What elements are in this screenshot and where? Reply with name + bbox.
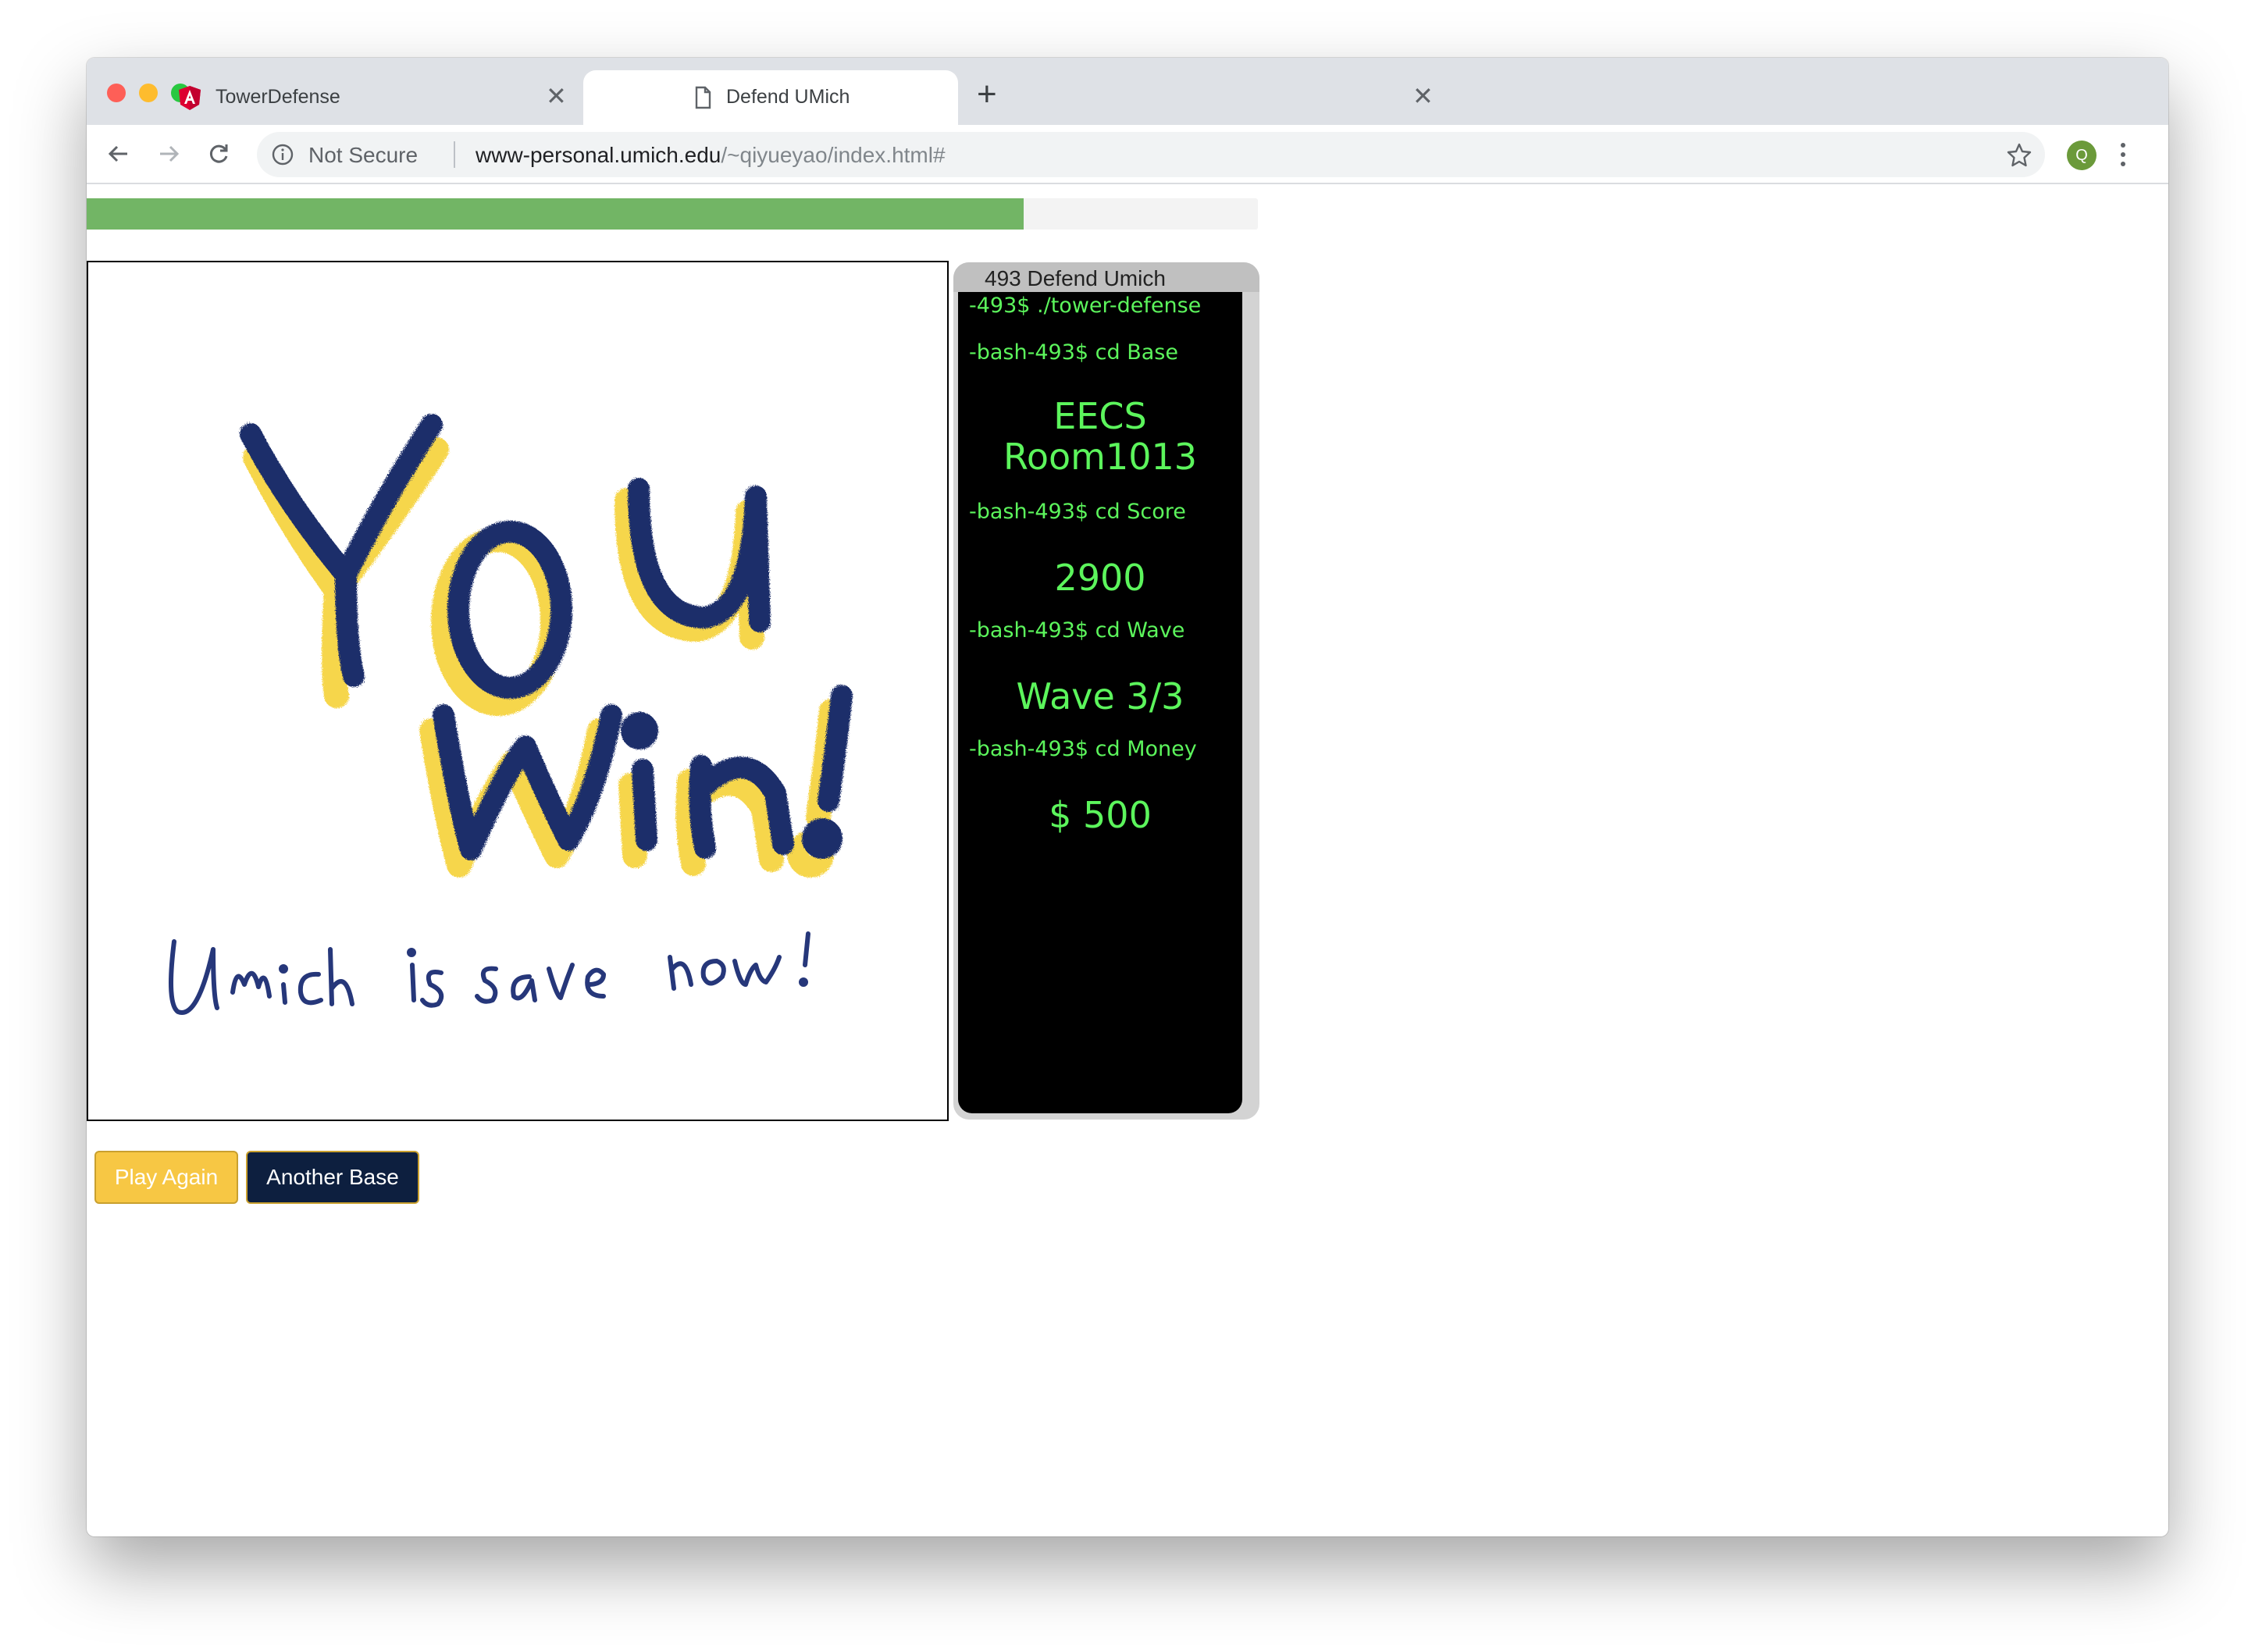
- forward-arrow-icon[interactable]: [155, 141, 182, 167]
- bookmark-star-icon[interactable]: [2006, 141, 2032, 168]
- close-icon[interactable]: ✕: [546, 81, 567, 111]
- close-icon[interactable]: ✕: [1412, 81, 1434, 111]
- base-value: EECS Room1013: [958, 396, 1242, 477]
- terminal-command: -bash-493$ cd Money: [969, 737, 1197, 761]
- wave-value: Wave 3/3: [1016, 675, 1184, 717]
- score-value: 2900: [1054, 557, 1146, 599]
- url-domain: www-personal.umich.edu: [476, 143, 721, 167]
- angular-icon: [179, 86, 201, 110]
- base-room: Room1013: [1003, 436, 1198, 478]
- terminal-command: -bash-493$ cd Wave: [969, 618, 1185, 643]
- new-tab-button[interactable]: +: [977, 75, 997, 114]
- tab-title: Defend UMich: [726, 86, 850, 108]
- game-canvas[interactable]: [87, 261, 949, 1121]
- tab-defend-umich[interactable]: Defend UMich ✕: [583, 70, 1434, 125]
- document-icon: [695, 86, 711, 109]
- terminal-panel: 493 Defend Umich -493$ ./tower-defense -…: [953, 262, 1259, 1120]
- another-base-button[interactable]: Another Base: [246, 1151, 419, 1204]
- play-again-button[interactable]: Play Again: [94, 1151, 238, 1204]
- more-menu-icon[interactable]: [2115, 141, 2131, 169]
- divider: [454, 141, 455, 168]
- browser-window: TowerDefense ✕ Defend UMich ✕ + Not Secu…: [87, 58, 2168, 1536]
- progress-fill: [87, 198, 1024, 230]
- reload-icon[interactable]: [205, 141, 232, 167]
- terminal-command: -bash-493$ cd Base: [969, 340, 1178, 365]
- progress-bar: [87, 198, 1258, 230]
- profile-avatar[interactable]: Q: [2067, 141, 2096, 170]
- you-win-image: [169, 414, 853, 1015]
- info-icon[interactable]: [271, 143, 294, 166]
- url-path: /~qiyueyao/index.html#: [721, 143, 946, 167]
- terminal-command: -493$ ./tower-defense: [969, 294, 1202, 318]
- money-value: $ 500: [1049, 794, 1152, 836]
- url-text[interactable]: www-personal.umich.edu/~qiyueyao/index.h…: [476, 143, 946, 168]
- tab-strip: TowerDefense ✕ Defend UMich ✕ +: [87, 58, 2168, 125]
- terminal-title: 493 Defend Umich: [953, 262, 1259, 292]
- base-building: EECS: [1053, 395, 1147, 437]
- security-label: Not Secure: [308, 143, 419, 167]
- address-bar[interactable]: Not Secure www-personal.umich.edu/~qiyue…: [257, 132, 2045, 177]
- terminal-command: -bash-493$ cd Score: [969, 500, 1186, 524]
- tab-title: TowerDefense: [216, 86, 340, 108]
- terminal-body: -493$ ./tower-defense -bash-493$ cd Base…: [958, 292, 1242, 1113]
- back-arrow-icon[interactable]: [105, 141, 132, 167]
- tab-towerdefense[interactable]: TowerDefense ✕: [87, 70, 664, 125]
- browser-toolbar: Not Secure www-personal.umich.edu/~qiyue…: [87, 125, 2168, 184]
